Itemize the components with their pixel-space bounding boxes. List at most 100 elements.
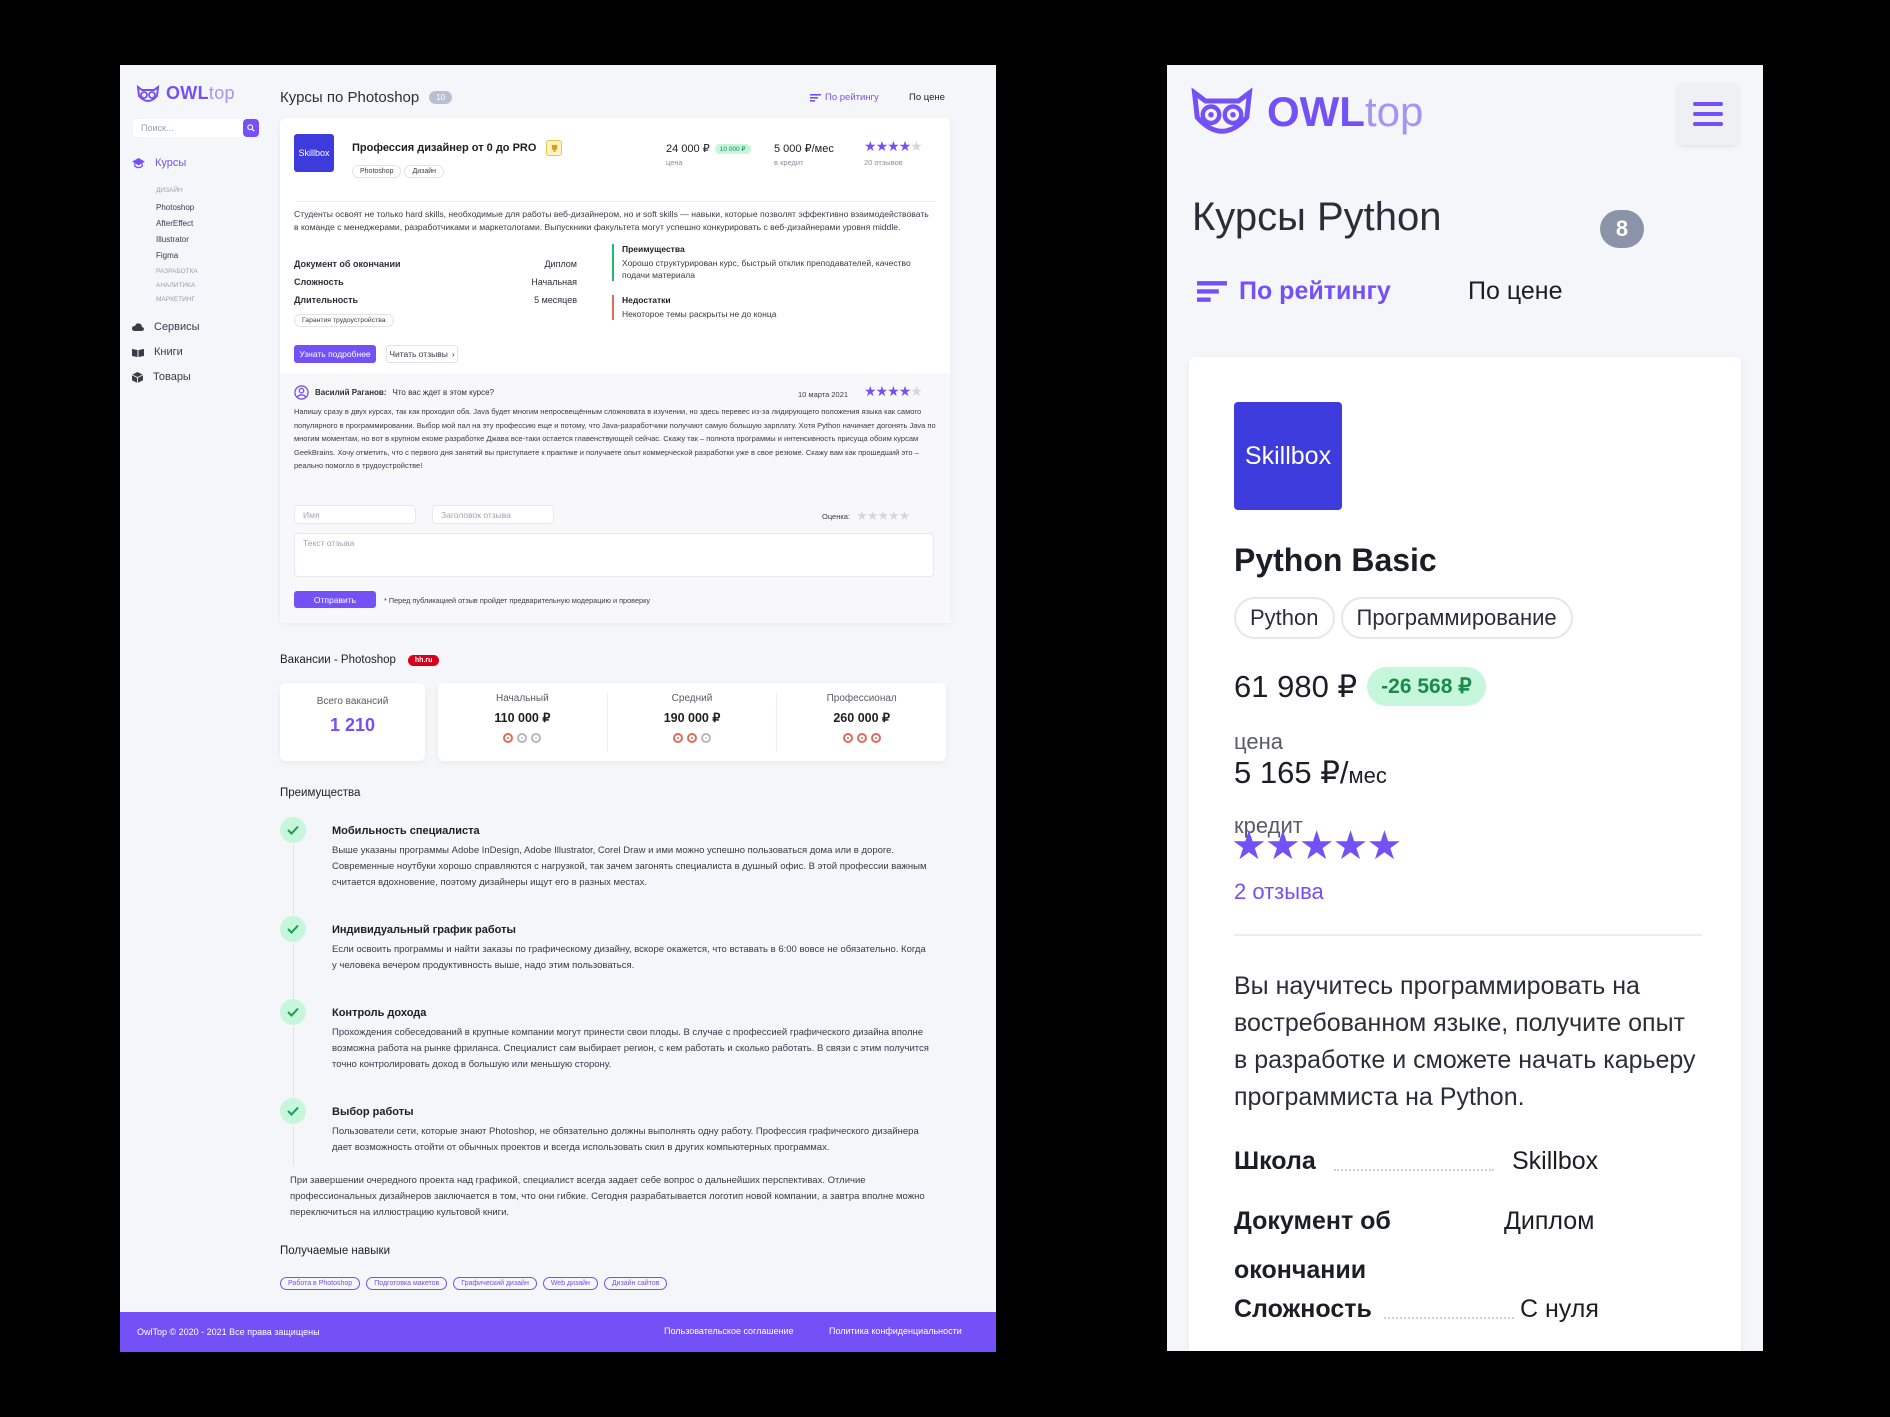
star-icon[interactable]: ★ [877,508,889,524]
advantage-text: Выше указаны программы Adobe InDesign, A… [332,845,927,888]
sidebar-item-courses[interactable]: Курсы [132,157,186,169]
discount-badge: 10 000 ₽ [714,143,751,154]
star-icon: ★ [898,383,912,399]
course-logo[interactable]: Skillbox [294,134,334,172]
star-icon: ★ [898,138,912,154]
count-badge: 8 [1600,210,1644,248]
owl-icon [136,84,160,102]
reviews-count[interactable]: 20 отзывов [864,158,903,167]
subnav-item-illustrator[interactable]: Illustrator [156,235,189,244]
subnav-category-analytics[interactable]: АНАЛИТИКА [156,282,195,289]
skill-tag[interactable]: Web дизайн [542,1277,598,1290]
subnav-item-photoshop[interactable]: Photoshop [156,203,194,212]
subnav-category-design[interactable]: ДИЗАЙН [156,187,183,194]
subnav-category-marketing[interactable]: МАРКЕТИНГ [156,296,195,303]
score-picker: Оценка: ★★★★★ [822,508,911,524]
skill-tag[interactable]: Подготовка макетов [366,1277,448,1290]
star-icon: ★ [875,383,889,399]
fact-key: Документ об окончании [294,259,401,269]
course-card: Skillbox Профессия дизайнер от 0 до PRO … [280,118,950,623]
guarantee-tag[interactable]: Гарантия трудоустройства [294,314,394,327]
hamburger-icon [1693,102,1723,126]
terms-link[interactable]: Пользовательское соглашение [664,1326,794,1336]
vacancies-title: Вакансии - Photoshop [280,654,396,666]
footer: OwlTop © 2020 - 2021 Все права защищены … [120,1312,996,1352]
sort-by-price[interactable]: По цене [1468,277,1562,306]
sort-label: По цене [909,92,945,103]
fact-row-level: Сложность С нуля [1234,1295,1714,1324]
course-logo[interactable]: Skillbox [1234,402,1342,510]
review-title-input[interactable]: Заголовок отзыва [432,505,554,524]
star-icon: ★ [1366,824,1403,868]
search-input[interactable]: Поиск... [133,119,257,137]
tag[interactable]: Дизайн [404,165,445,178]
coin-icon [517,733,528,743]
fact-value: С нуля [1520,1295,1599,1323]
star-icon[interactable]: ★ [856,508,868,524]
star-icon[interactable]: ★ [867,508,879,524]
review-text-input[interactable]: Текст отзыва [294,533,934,577]
course-tags: Python Программирование [1234,597,1579,639]
divider [1234,934,1702,936]
sidebar-item-books[interactable]: Книги [132,346,183,358]
star-icon: ★ [864,383,877,399]
advantage-title: Контроль дохода [332,1007,427,1019]
sidebar-item-services[interactable]: Сервисы [132,321,200,333]
mobile-screen: OWLtop Курсы Python 8 По рейтингу По цен… [1167,65,1763,1351]
subnav-category-development[interactable]: РАЗРАБОТКА [156,268,198,275]
fact-key: Длительность [294,295,359,305]
fact-row-document: Документ об окончании Диплом [1234,1197,1714,1295]
subnav-item-aftereffect[interactable]: AfterEffect [156,219,193,228]
subnav-item-figma[interactable]: Figma [156,251,178,260]
course-price: 61 980 ₽ [1234,668,1358,704]
fact-key: Школа [1234,1147,1316,1175]
divider [296,201,936,202]
star-icon[interactable]: ★ [888,508,900,524]
fact-key: Сложность [294,277,344,287]
sort-by-rating[interactable]: По рейтингу [1197,277,1391,306]
advantage-title: Индивидуальный график работы [332,924,516,936]
page-header: Курсы по Photoshop 10 [280,89,453,106]
tag[interactable]: Photoshop [352,165,402,178]
menu-button[interactable] [1677,83,1739,145]
fact-value: Диплом [1504,1207,1595,1235]
logo[interactable]: OWLtop [136,83,235,104]
submit-button[interactable]: Отправить [294,591,376,608]
level-label: Начальный [495,693,549,704]
tag[interactable]: Python [1234,597,1335,639]
total-vacancies-card: Всего вакансий 1 210 [280,683,425,761]
logo[interactable]: OWLtop [1189,83,1423,141]
skill-tag[interactable]: Дизайн сайтов [603,1277,668,1290]
skill-tag[interactable]: Графический дизайн [453,1277,537,1290]
star-icon: ★ [887,138,900,154]
privacy-link[interactable]: Политика конфиденциальности [829,1326,962,1336]
price-label: цена [1234,729,1283,754]
hh-badge[interactable]: hh.ru [407,654,440,666]
learn-more-button[interactable]: Узнать подробнее [294,345,376,363]
sidebar-item-label: Курсы [155,157,187,169]
dotted-leader [1384,1317,1514,1319]
total-value: 1 210 [329,715,376,735]
advantage-text: Пользователи сети, которые знают Photosh… [332,1126,919,1153]
read-reviews-button[interactable]: Читать отзывы › [386,345,458,363]
coin-icon [701,733,711,743]
star-icon[interactable]: ★ [899,508,911,524]
star-icon: ★ [864,138,877,154]
sort-by-price[interactable]: По цене [909,92,945,103]
salary-levels-card: Начальный 110 000 ₽ Средний 190 000 ₽ Пр… [438,683,946,761]
sidebar-item-goods[interactable]: Товары [132,371,191,383]
reviews-link[interactable]: 2 отзыва [1234,879,1324,905]
sort-by-rating[interactable]: По рейтингу [810,92,879,103]
coin-icon [687,733,697,743]
course-title[interactable]: Профессия дизайнер от 0 до PRO [352,142,536,154]
search-button[interactable] [243,119,259,137]
name-input[interactable]: Имя [294,505,416,524]
skills-title: Получаемые навыки [280,1245,390,1257]
cons-title: Недостатки [622,295,671,305]
timeline-line [293,1027,294,1097]
count-badge: 10 [429,91,453,104]
skill-tag[interactable]: Работа в Photoshop [280,1277,361,1290]
course-title[interactable]: Python Basic [1234,542,1437,579]
tag[interactable]: Программирование [1340,597,1573,639]
score-stars[interactable]: ★★★★★ [856,508,911,524]
